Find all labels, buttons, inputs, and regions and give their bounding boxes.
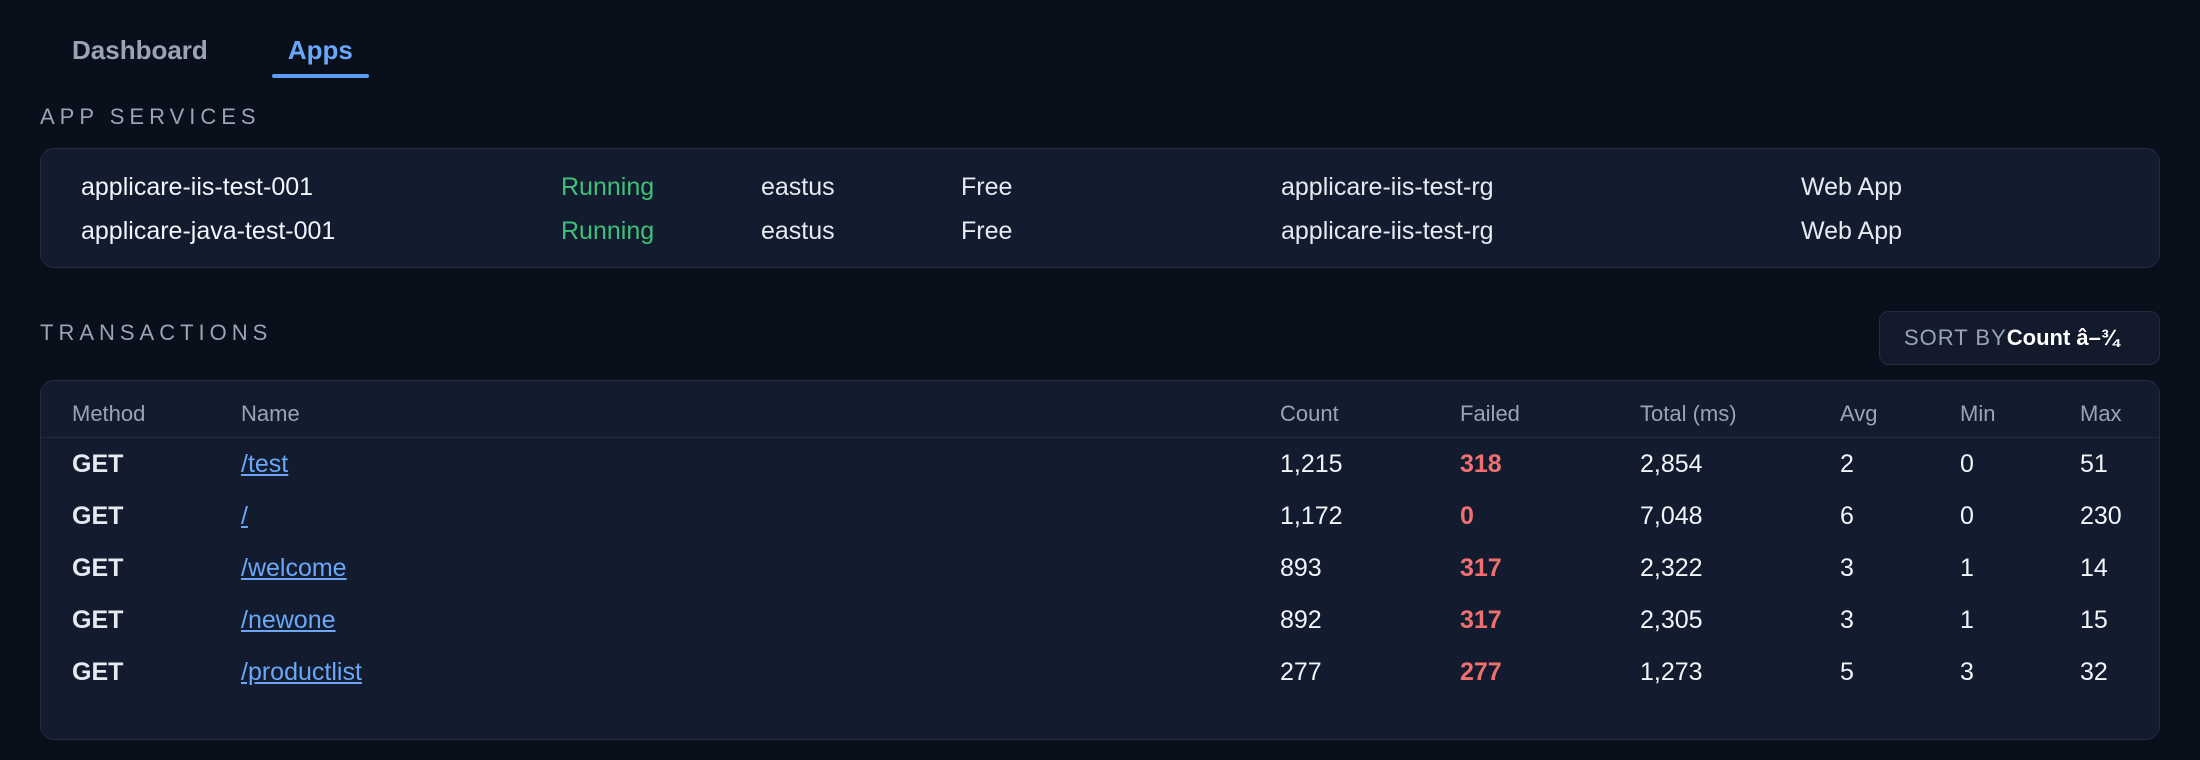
sort-by-label: SORT BY <box>1904 325 2007 350</box>
transaction-link[interactable]: /welcome <box>241 554 347 583</box>
total-cell: 2,322 <box>1640 554 1703 582</box>
failed-cell: 318 <box>1460 450 1502 478</box>
avg-cell: 6 <box>1840 502 1854 530</box>
max-cell: 14 <box>2080 554 2108 582</box>
app-kind: Web App <box>1801 217 1903 245</box>
method-cell: GET <box>72 450 124 478</box>
table-row: GET /newone 892 317 2,305 3 1 15 <box>41 594 2159 646</box>
method-cell: GET <box>72 502 124 530</box>
app-service-row[interactable]: applicare-java-test-001 Running eastus F… <box>41 209 2159 253</box>
app-services-heading: APP SERVICES <box>40 104 261 129</box>
table-row: GET /test 1,215 318 2,854 2 0 51 <box>41 438 2159 490</box>
transaction-link[interactable]: /test <box>241 450 288 479</box>
app-services-panel: applicare-iis-test-001 Running eastus Fr… <box>40 148 2160 268</box>
tab-apps[interactable]: Apps <box>256 28 385 80</box>
app-tier: Free <box>961 217 1013 245</box>
count-cell: 277 <box>1280 658 1322 686</box>
app-resource-group: applicare-iis-test-rg <box>1281 217 1494 245</box>
column-header-name[interactable]: Name <box>241 401 300 427</box>
total-cell: 1,273 <box>1640 658 1703 686</box>
app-region: eastus <box>761 173 835 201</box>
max-cell: 230 <box>2080 502 2122 530</box>
min-cell: 0 <box>1960 450 1974 478</box>
max-cell: 51 <box>2080 450 2108 478</box>
tab-dashboard[interactable]: Dashboard <box>40 28 240 80</box>
failed-cell: 317 <box>1460 554 1502 582</box>
method-cell: GET <box>72 606 124 634</box>
avg-cell: 5 <box>1840 658 1854 686</box>
column-header-failed[interactable]: Failed <box>1460 401 1520 427</box>
max-cell: 15 <box>2080 606 2108 634</box>
count-cell: 1,172 <box>1280 502 1343 530</box>
total-cell: 2,854 <box>1640 450 1703 478</box>
app-resource-group: applicare-iis-test-rg <box>1281 173 1494 201</box>
sort-by-value: Count â–¾ <box>2006 325 2120 350</box>
app-name: applicare-iis-test-001 <box>81 173 314 201</box>
transactions-table: Method Name Count Failed Total (ms) Avg … <box>40 380 2160 740</box>
column-header-min[interactable]: Min <box>1960 401 1995 427</box>
column-header-count[interactable]: Count <box>1280 401 1339 427</box>
app-name: applicare-java-test-001 <box>81 217 336 245</box>
count-cell: 892 <box>1280 606 1322 634</box>
table-row: GET / 1,172 0 7,048 6 0 230 <box>41 490 2159 542</box>
column-header-max[interactable]: Max <box>2080 401 2122 427</box>
avg-cell: 3 <box>1840 554 1854 582</box>
app-tier: Free <box>961 173 1013 201</box>
table-row: GET /productlist 277 277 1,273 5 3 32 <box>41 646 2159 698</box>
failed-cell: 317 <box>1460 606 1502 634</box>
app-region: eastus <box>761 217 835 245</box>
min-cell: 1 <box>1960 606 1974 634</box>
table-row: GET /welcome 893 317 2,322 3 1 14 <box>41 542 2159 594</box>
transaction-link[interactable]: /productlist <box>241 658 362 687</box>
app-status: Running <box>561 217 655 245</box>
method-cell: GET <box>72 658 124 686</box>
max-cell: 32 <box>2080 658 2108 686</box>
count-cell: 1,215 <box>1280 450 1343 478</box>
method-cell: GET <box>72 554 124 582</box>
column-header-avg[interactable]: Avg <box>1840 401 1878 427</box>
failed-cell: 0 <box>1460 502 1474 530</box>
min-cell: 3 <box>1960 658 1974 686</box>
sort-by-dropdown[interactable]: SORT BY Count â–¾ <box>1879 311 2160 365</box>
app-service-row[interactable]: applicare-iis-test-001 Running eastus Fr… <box>41 165 2159 209</box>
column-header-total[interactable]: Total (ms) <box>1640 401 1737 427</box>
avg-cell: 3 <box>1840 606 1854 634</box>
avg-cell: 2 <box>1840 450 1854 478</box>
min-cell: 1 <box>1960 554 1974 582</box>
total-cell: 7,048 <box>1640 502 1703 530</box>
transaction-link[interactable]: / <box>241 502 248 531</box>
total-cell: 2,305 <box>1640 606 1703 634</box>
apps-page: Dashboard Apps APP SERVICES applicare-ii… <box>0 0 2200 760</box>
tab-bar: Dashboard Apps <box>40 28 401 80</box>
app-kind: Web App <box>1801 173 1903 201</box>
count-cell: 893 <box>1280 554 1322 582</box>
table-header: Method Name Count Failed Total (ms) Avg … <box>41 381 2159 438</box>
transactions-heading: TRANSACTIONS <box>40 320 273 345</box>
column-header-method[interactable]: Method <box>72 401 145 427</box>
transaction-link[interactable]: /newone <box>241 606 336 635</box>
min-cell: 0 <box>1960 502 1974 530</box>
failed-cell: 277 <box>1460 658 1502 686</box>
app-status: Running <box>561 173 655 201</box>
